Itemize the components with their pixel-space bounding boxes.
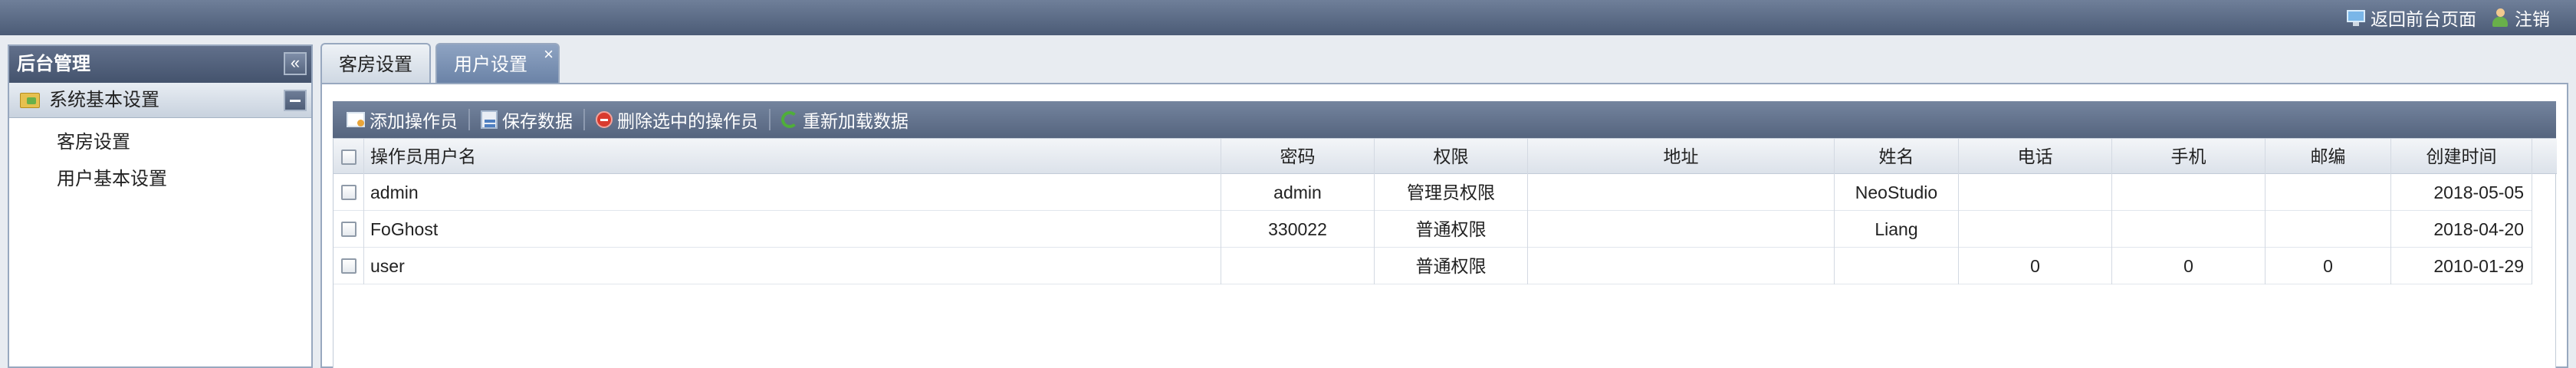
top-bar: 返回前台页面 注销 (0, 0, 2576, 35)
grid-toolbar: 添加操作员 保存数据 删除选中的操作员 重新加载数据 (333, 101, 2556, 138)
sidebar-title: 后台管理 (17, 54, 90, 74)
sidebar-header: 后台管理 « (9, 46, 311, 83)
operators-table: 操作员用户名 密码 权限 地址 姓名 电话 手机 邮编 创建时间 admin a… (333, 138, 2557, 368)
cell-address[interactable] (1528, 174, 1835, 211)
cell-zip[interactable]: 0 (2266, 248, 2391, 284)
cell-username[interactable]: user (364, 248, 1221, 284)
tab-user-settings-label: 用户设置 (454, 54, 527, 75)
collapse-group-button[interactable] (284, 90, 307, 111)
reload-icon (781, 111, 798, 128)
cell-created[interactable]: 2018-05-05 (2391, 174, 2532, 211)
row-checkbox-cell (334, 174, 364, 211)
cell-username[interactable]: FoGhost (364, 211, 1221, 248)
cell-name[interactable]: NeoStudio (1835, 174, 1959, 211)
column-header-created[interactable]: 创建时间 (2391, 139, 2532, 174)
column-header-username[interactable]: 操作员用户名 (364, 139, 1221, 174)
cell-password[interactable]: 330022 (1221, 211, 1375, 248)
toolbar-separator (769, 109, 770, 130)
row-checkbox-cell (334, 248, 364, 284)
cell-created[interactable]: 2010-01-29 (2391, 248, 2532, 284)
table-row[interactable]: admin admin 管理员权限 NeoStudio 2018-05-05 (334, 174, 2532, 211)
close-tab-icon[interactable]: × (544, 34, 554, 75)
cell-phone[interactable]: 0 (1959, 248, 2112, 284)
sidebar-item-room-settings[interactable]: 客房设置 (9, 124, 311, 161)
column-header-name[interactable]: 姓名 (1835, 139, 1959, 174)
add-operator-button[interactable]: 添加操作员 (340, 107, 464, 133)
tab-room-settings[interactable]: 客房设置 (320, 43, 431, 83)
collapse-sidebar-button[interactable]: « (284, 52, 307, 75)
cell-permission[interactable]: 管理员权限 (1375, 174, 1528, 211)
cell-mobile[interactable]: 0 (2112, 248, 2266, 284)
cell-zip[interactable] (2266, 174, 2391, 211)
delete-icon (596, 111, 613, 128)
reload-data-label: 重新加载数据 (803, 111, 909, 131)
column-header-mobile[interactable]: 手机 (2112, 139, 2266, 174)
sidebar-item-user-settings[interactable]: 用户基本设置 (9, 161, 311, 198)
column-header-permission[interactable]: 权限 (1375, 139, 1528, 174)
row-checkbox[interactable] (341, 185, 356, 200)
user-icon (2490, 8, 2510, 28)
reload-data-button[interactable]: 重新加载数据 (775, 107, 915, 133)
column-header-zip[interactable]: 邮编 (2266, 139, 2391, 174)
column-header-password[interactable]: 密码 (1221, 139, 1375, 174)
header-checkbox-cell (334, 139, 364, 174)
cell-name[interactable]: Liang (1835, 211, 1959, 248)
delete-selected-label: 删除选中的操作员 (617, 111, 758, 131)
table-row[interactable]: FoGhost 330022 普通权限 Liang 2018-04-20 (334, 211, 2532, 248)
sidebar-group-label: 系统基本设置 (49, 90, 159, 110)
tab-user-settings[interactable]: 用户设置 × (435, 43, 560, 83)
cell-mobile[interactable] (2112, 174, 2266, 211)
cell-permission[interactable]: 普通权限 (1375, 248, 1528, 284)
cell-created[interactable]: 2018-04-20 (2391, 211, 2532, 248)
table-row[interactable]: user 普通权限 0 0 0 2010-01-29 (334, 248, 2532, 284)
add-operator-label: 添加操作员 (370, 111, 458, 131)
cell-address[interactable] (1528, 211, 1835, 248)
table-header: 操作员用户名 密码 权限 地址 姓名 电话 手机 邮编 创建时间 (334, 139, 2557, 174)
cell-permission[interactable]: 普通权限 (1375, 211, 1528, 248)
row-checkbox[interactable] (341, 222, 356, 237)
cell-zip[interactable] (2266, 211, 2391, 248)
sidebar: 后台管理 « 系统基本设置 客房设置 用户基本设置 (8, 44, 313, 368)
back-to-frontend-link[interactable]: 返回前台页面 (2346, 5, 2476, 31)
cell-phone[interactable] (1959, 211, 2112, 248)
select-all-checkbox[interactable] (341, 150, 356, 165)
logout-label: 注销 (2515, 9, 2550, 29)
toolbar-separator (583, 109, 585, 130)
cell-username[interactable]: admin (364, 174, 1221, 211)
column-header-phone[interactable]: 电话 (1959, 139, 2112, 174)
sidebar-group-system-settings[interactable]: 系统基本设置 (9, 83, 311, 118)
monitor-icon (2346, 9, 2366, 26)
tab-bar: 客房设置 用户设置 × (320, 43, 560, 83)
cell-address[interactable] (1528, 248, 1835, 284)
row-checkbox-cell (334, 211, 364, 248)
delete-selected-button[interactable]: 删除选中的操作员 (590, 107, 764, 133)
logout-link[interactable]: 注销 (2490, 5, 2550, 31)
save-data-label: 保存数据 (502, 111, 573, 131)
top-links: 返回前台页面 注销 (2346, 0, 2550, 35)
cell-password[interactable] (1221, 248, 1375, 284)
main-content: 添加操作员 保存数据 删除选中的操作员 重新加载数据 操作员用户名 密码 权限 … (320, 83, 2568, 368)
back-to-frontend-label: 返回前台页面 (2371, 9, 2476, 29)
row-checkbox[interactable] (341, 258, 356, 274)
save-data-button[interactable]: 保存数据 (475, 107, 579, 133)
tab-room-settings-label: 客房设置 (339, 54, 412, 75)
save-icon (481, 110, 498, 129)
folder-icon (20, 93, 40, 108)
toolbar-separator (468, 109, 470, 130)
cell-mobile[interactable] (2112, 211, 2266, 248)
add-user-icon (347, 112, 365, 127)
cell-password[interactable]: admin (1221, 174, 1375, 211)
cell-name[interactable] (1835, 248, 1959, 284)
cell-phone[interactable] (1959, 174, 2112, 211)
column-header-address[interactable]: 地址 (1528, 139, 1835, 174)
page: 返回前台页面 注销 后台管理 « 系统基本设置 客房设置 用户基本设置 客房设置… (0, 0, 2576, 368)
